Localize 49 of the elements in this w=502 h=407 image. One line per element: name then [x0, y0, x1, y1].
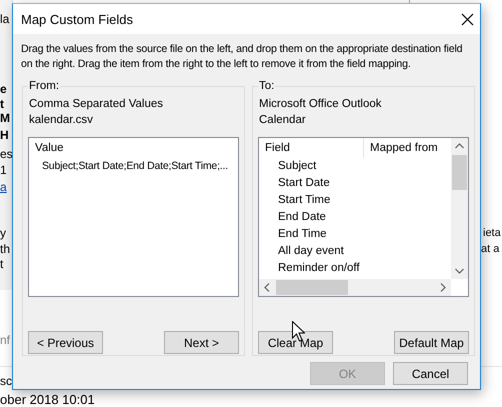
list-item[interactable]: Subject;Start Date;End Date;Start Time;... — [29, 158, 228, 175]
source-label: Calendar — [259, 113, 307, 127]
background-text: e — [0, 82, 7, 96]
column-header[interactable]: Field — [259, 138, 363, 158]
background-text: H — [0, 128, 9, 142]
field-list[interactable]: Field Mapped from Subject Start Date Start Time End Date End Time All day event Reminder on/off — [258, 137, 469, 297]
window-title: Map Custom Fields — [21, 12, 133, 26]
background-text: ieta — [483, 226, 501, 240]
source-label: Microsoft Office Outlook — [259, 97, 382, 111]
background-text[interactable]: a — [0, 180, 7, 194]
previous-button[interactable]: < Previous — [28, 331, 103, 354]
list-item[interactable]: All day event — [259, 243, 344, 260]
background-text: nf — [0, 333, 10, 347]
list-item[interactable]: Start Time — [259, 192, 330, 209]
background-text: y — [0, 226, 6, 240]
vertical-scrollbar[interactable] — [451, 138, 468, 279]
instructions-text: Drag the values from the source file on the left, and drop them on the appropriate destination field on the right. Drag the item from the right to the left to remove it from the field mapping. — [21, 42, 464, 72]
background-text: t — [0, 97, 4, 111]
scrollbar-thumb[interactable] — [452, 155, 467, 190]
background-text: th — [0, 242, 10, 256]
source-label: kalendar.csv — [29, 113, 94, 127]
close-icon[interactable] — [461, 12, 474, 26]
background-text: t — [0, 257, 4, 271]
background-text: la — [0, 12, 10, 26]
list-item[interactable]: Subject — [259, 158, 316, 175]
next-button[interactable]: Next > — [164, 331, 239, 354]
clear-map-button[interactable]: Clear Map — [258, 331, 333, 354]
background-text: sc — [0, 374, 12, 388]
background-text: at a — [481, 242, 500, 256]
scroll-down-icon[interactable] — [455, 268, 464, 274]
column-header[interactable]: Mapped from — [363, 138, 448, 158]
cancel-button[interactable]: Cancel — [393, 362, 468, 385]
background-text: 1 — [0, 163, 7, 177]
background-text: es — [0, 147, 13, 161]
column-header[interactable]: Value — [29, 138, 234, 158]
list-item[interactable]: Reminder on/off — [259, 260, 360, 277]
list-item[interactable]: End Date — [259, 209, 326, 226]
scroll-left-icon[interactable] — [264, 283, 270, 292]
source-label: Comma Separated Values — [29, 97, 164, 111]
scrollbar-thumb[interactable] — [276, 280, 348, 295]
default-map-button[interactable]: Default Map — [394, 331, 469, 354]
background-text: ober 2018 10:01 — [0, 393, 95, 407]
list-item[interactable]: Start Date — [259, 175, 330, 192]
value-list[interactable]: Value Subject;Start Date;End Date;Start Time;... — [28, 137, 239, 297]
scroll-right-icon[interactable] — [440, 283, 446, 292]
scroll-up-icon[interactable] — [455, 143, 464, 149]
list-item[interactable]: End Time — [259, 226, 327, 243]
horizontal-scrollbar[interactable] — [259, 279, 451, 296]
background-text: M — [0, 111, 10, 125]
